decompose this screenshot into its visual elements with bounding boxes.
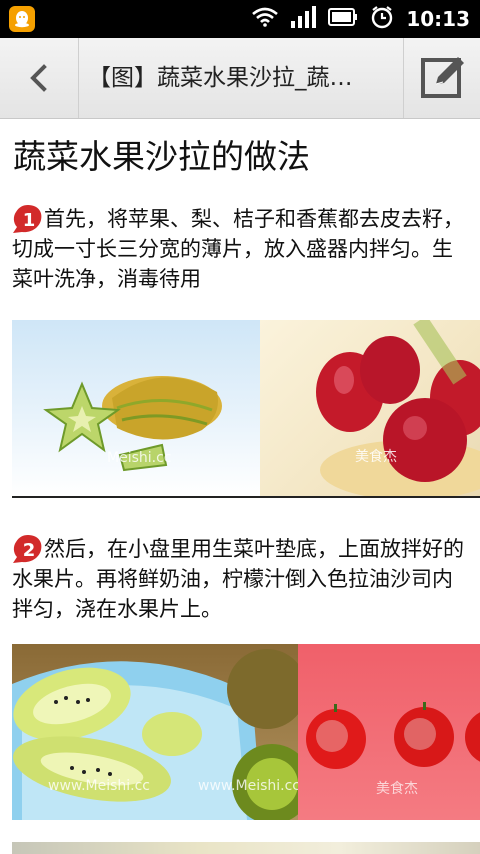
signal-icon [290, 6, 317, 32]
step-1-photos: Meishi.cc 美食杰 [12, 320, 480, 498]
wifi-icon [252, 7, 279, 31]
watermark: www.Meishi.cc [48, 778, 150, 794]
edit-button[interactable] [403, 38, 480, 118]
starfruit-photo: Meishi.cc [12, 320, 260, 496]
watermark: 美食杰 [376, 781, 418, 797]
recipe-title: 蔬菜水果沙拉的做法 [13, 137, 310, 176]
apple-photo: 美食杰 [298, 644, 480, 820]
step-number-badge: 1 [12, 204, 44, 234]
toolbar: 【图】蔬菜水果沙拉_蔬… [0, 38, 480, 119]
step-2-photos: www.Meishi.cc www.Meishi.cc 美食杰 [12, 644, 480, 820]
step-2: 2 然后，在小盘里用生菜叶垫底，上面放拌好的水果片。再将鲜奶油，柠檬汁倒入色拉油… [12, 534, 470, 624]
step-text: 然后，在小盘里用生菜叶垫底，上面放拌好的水果片。再将鲜奶油，柠檬汁倒入色拉油沙司… [12, 537, 464, 621]
battery-icon [328, 8, 358, 30]
kiwi-photo: www.Meishi.cc www.Meishi.cc [12, 644, 312, 820]
step-number-badge: 2 [12, 534, 44, 564]
step-1: 1 首先，将苹果、梨、桔子和香蕉都去皮去籽， 切成一寸长三分宽的薄片，放入盛器内… [12, 204, 470, 294]
raspberry-photo: 美食杰 [260, 320, 480, 496]
step-3-photos-partial [12, 842, 480, 854]
chevron-left-icon [30, 64, 47, 92]
step-text: 首先，将苹果、梨、桔子和香蕉都去皮去籽， 切成一寸长三分宽的薄片，放入盛器内拌匀… [12, 207, 464, 291]
back-button[interactable] [0, 38, 79, 118]
status-bar: 10:13 [0, 0, 480, 38]
alarm-clock-icon [370, 5, 394, 33]
watermark: Meishi.cc [107, 450, 172, 466]
watermark: www.Meishi.cc [198, 778, 300, 794]
status-time: 10:13 [406, 7, 470, 31]
edit-note-icon [421, 57, 464, 98]
page-title-bar: 【图】蔬菜水果沙拉_蔬… [88, 65, 353, 91]
qq-notification-icon [9, 6, 35, 32]
watermark: 美食杰 [355, 449, 397, 465]
step-number: 1 [23, 210, 36, 231]
step-number: 2 [23, 540, 36, 561]
